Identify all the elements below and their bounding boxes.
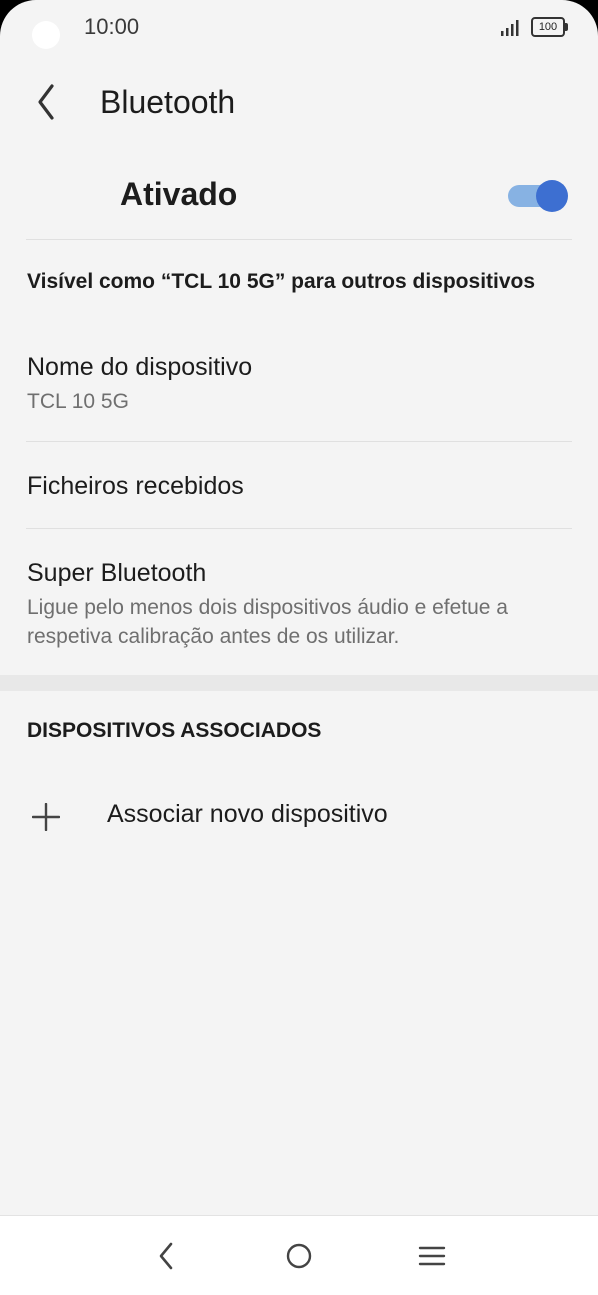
status-time: 10:00 [84,14,140,39]
bluetooth-toggle-row[interactable]: Ativado [0,158,598,230]
battery-level: 100 [538,21,558,33]
signal-icon [501,20,519,36]
super-bluetooth-description: Ligue pelo menos dois dispositivos áudio… [27,596,508,648]
received-files-title: Ficheiros recebidos [27,472,244,500]
battery-icon: 100 [531,17,569,37]
received-files-item[interactable]: Ficheiros recebidos [0,455,598,527]
phone-screen: 10:00 100 Bluetooth Ativado Visível como… [0,0,598,1295]
status-bar: 10:00 100 [0,0,598,56]
device-name-item[interactable]: Nome do dispositivo TCL 10 5G [0,340,598,440]
bluetooth-switch[interactable] [508,180,570,212]
home-icon [286,1243,312,1269]
device-name-title: Nome do dispositivo [27,353,253,381]
super-bluetooth-item[interactable]: Super Bluetooth Ligue pelo menos dois di… [0,546,598,666]
menu-icon [418,1246,446,1266]
divider [26,441,572,442]
bluetooth-toggle-label: Ativado [120,176,238,212]
visibility-text: Visível como “TCL 10 5G” para outros dis… [27,270,536,293]
section-separator [0,675,598,691]
app-bar: Bluetooth [0,70,598,134]
plus-icon [32,803,60,831]
divider [26,528,572,529]
divider [26,239,572,240]
page-title: Bluetooth [100,84,236,120]
back-icon [159,1242,173,1270]
pair-new-device-label: Associar novo dispositivo [107,800,388,828]
pair-new-device-item[interactable]: Associar novo dispositivo [0,786,598,846]
nav-back-button[interactable] [142,1236,190,1276]
chevron-left-icon [38,84,54,120]
paired-devices-header: DISPOSITIVOS ASSOCIADOS [27,719,322,742]
device-name-value: TCL 10 5G [27,390,129,413]
camera-cutout [32,21,60,49]
super-bluetooth-title: Super Bluetooth [27,559,207,587]
navigation-bar [0,1215,598,1295]
switch-thumb [536,180,568,212]
back-button[interactable] [28,78,68,126]
nav-menu-button[interactable] [408,1236,456,1276]
nav-home-button[interactable] [275,1236,323,1276]
